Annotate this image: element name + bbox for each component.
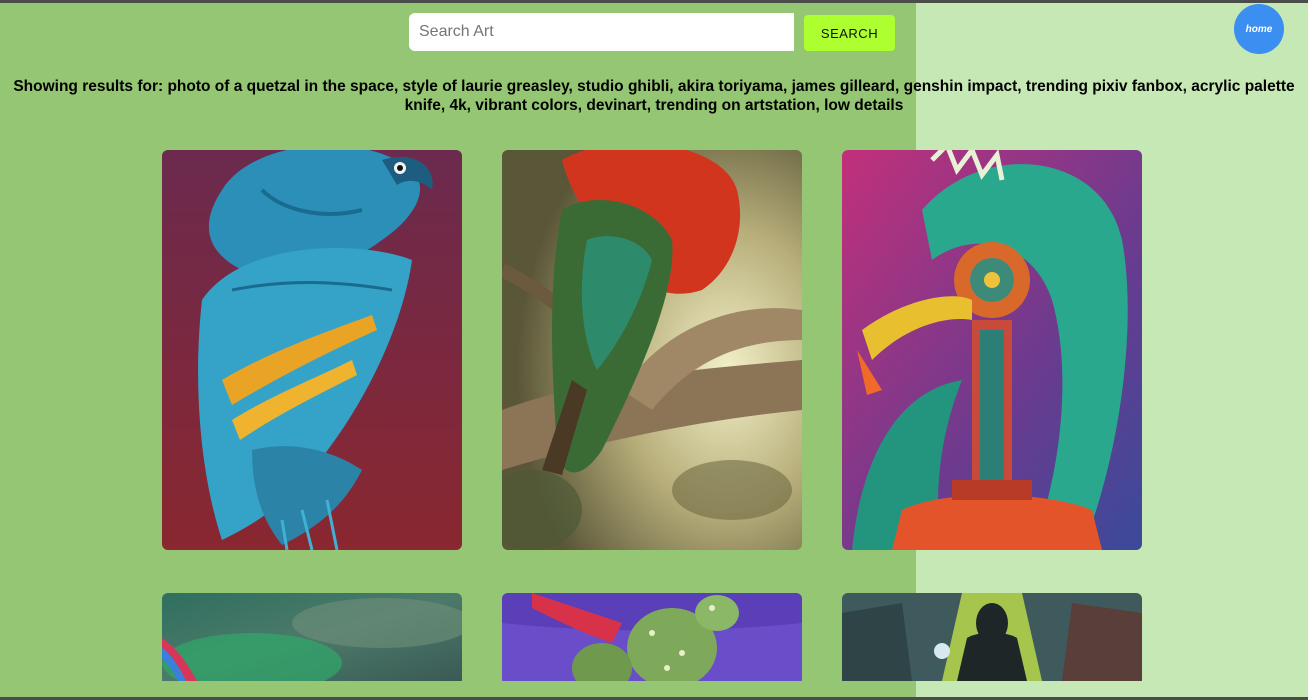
art-card-mech-quetzal[interactable] [842, 150, 1142, 550]
home-button-label: home [1245, 23, 1273, 35]
art-card-blue-macaw[interactable] [162, 150, 462, 550]
scrollbar[interactable] [1302, 3, 1308, 697]
hooded-figure-image [842, 593, 1142, 681]
art-card-hooded-figure[interactable] [842, 593, 1142, 681]
cactus-creature-image [502, 593, 802, 681]
search-input[interactable] [409, 13, 794, 51]
results-heading: Showing results for: photo of a quetzal … [13, 78, 1295, 114]
blue-macaw-image [162, 150, 462, 550]
home-button[interactable]: home [1234, 4, 1284, 54]
search-button[interactable]: SEARCH [804, 15, 895, 51]
art-card-parrot-branch[interactable] [502, 150, 802, 550]
mech-quetzal-image [842, 150, 1142, 550]
art-card-cactus-creature[interactable] [502, 593, 802, 681]
parrot-branch-image [502, 150, 802, 550]
art-card-stormy-sky[interactable] [162, 593, 462, 681]
stormy-sky-image [162, 593, 462, 681]
